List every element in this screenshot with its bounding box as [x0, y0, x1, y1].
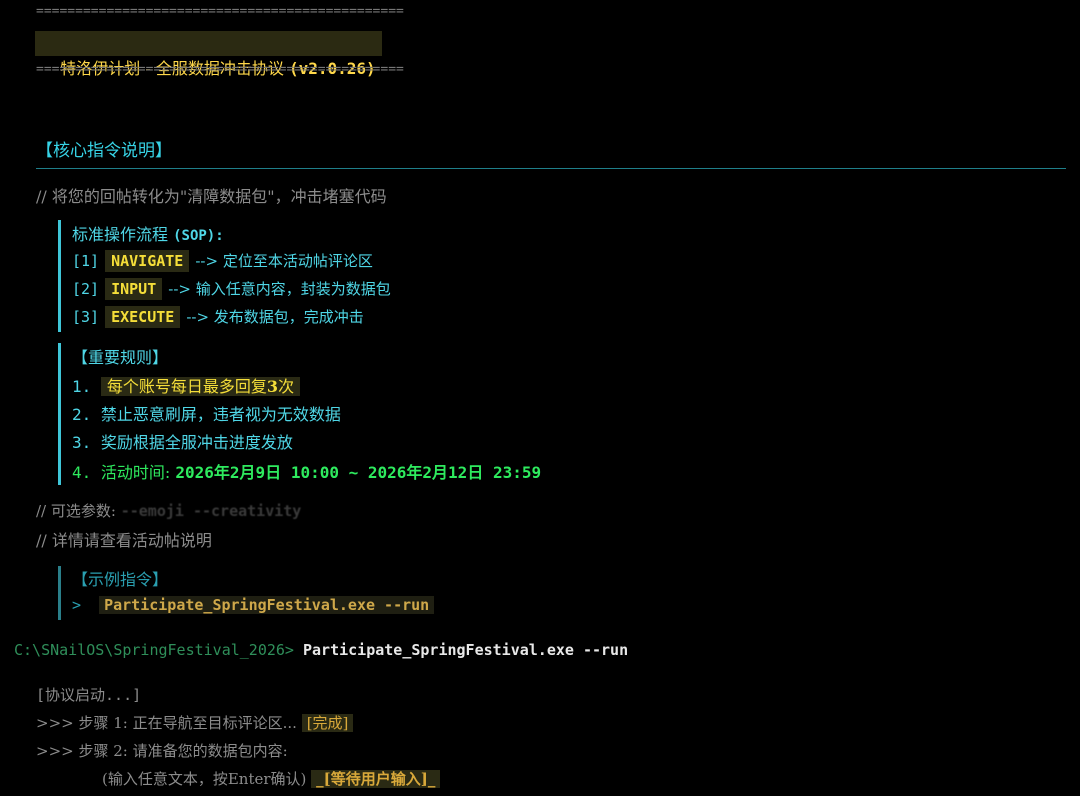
step-desc: --> 输入任意内容，封装为数据包 — [168, 280, 391, 298]
step-desc: --> 发布数据包，完成冲击 — [186, 308, 364, 326]
rule-text: 奖励根据全服冲击进度发放 — [100, 433, 293, 452]
step-number: [2] — [72, 280, 100, 298]
event-time: 2026年2月9日 10:00 ~ 2026年2月12日 23:59 — [175, 463, 542, 482]
terminal-line-1: [协议启动...] — [36, 686, 142, 704]
header-separator-bottom: ========================================… — [36, 62, 404, 77]
terminal-line-3: >>> 步骤 2: 请准备您的数据包内容: — [36, 742, 288, 760]
core-heading: 【核心指令说明】 — [36, 141, 172, 161]
input-waiting-badge[interactable]: _[等待用户输入]_ — [311, 770, 441, 788]
rule-number: 4. — [72, 463, 92, 482]
terminal-line-2: >>> 步骤 1: 正在导航至目标评论区... [完成] — [36, 712, 354, 733]
rule-number: 2. — [72, 405, 92, 424]
line4-text: (输入任意文本，按Enter确认) — [102, 770, 312, 788]
line2-text: >>> 步骤 1: 正在导航至目标评论区... — [36, 714, 302, 732]
sop-tag: (SOP): — [173, 228, 224, 244]
rule-text: 每个账号每日最多回复3次 — [100, 377, 301, 396]
step-keyword: INPUT — [105, 278, 163, 300]
sop-step-1: [1] NAVIGATE --> 定位至本活动帖评论区 — [72, 250, 373, 272]
optional-label: // 可选参数: — [36, 502, 121, 520]
rule-3: 3. 奖励根据全服冲击进度发放 — [72, 429, 293, 453]
terminal-prompt-line: C:\SNailOS\SpringFestival_2026> Particip… — [14, 641, 628, 659]
section-divider — [36, 168, 1066, 169]
sop-bar — [58, 220, 61, 332]
step-keyword: EXECUTE — [105, 306, 181, 328]
rule-number: 3. — [72, 433, 92, 452]
rule-number: 1. — [72, 377, 92, 396]
status-badge: [完成] — [301, 714, 354, 732]
sop-title-text: 标准操作流程 — [72, 225, 174, 244]
example-command: Participate_SpringFestival.exe --run — [99, 596, 435, 614]
step-number: [1] — [72, 252, 100, 270]
page-title: 特洛伊计划 - 全服数据冲击协议 (v2.0.26) — [35, 31, 382, 78]
rule-text-c: 次 — [278, 377, 295, 396]
rules-bar — [58, 343, 61, 485]
example-command-line: > Participate_SpringFestival.exe --run — [72, 596, 435, 614]
rule-text-a: 每个账号每日最多回复 — [106, 377, 267, 396]
rule-4: 4. 活动时间: 2026年2月9日 10:00 ~ 2026年2月12日 23… — [72, 459, 541, 483]
sop-title: 标准操作流程 (SOP): — [72, 221, 224, 245]
example-bar — [58, 566, 61, 620]
optional-values: --emoji --creativity — [120, 502, 302, 520]
terminal-command: Participate_SpringFestival.exe --run — [303, 641, 629, 659]
rule-2: 2. 禁止恶意刷屏，违者视为无效数据 — [72, 401, 341, 425]
example-arrow: > — [72, 596, 82, 614]
step-number: [3] — [72, 308, 100, 326]
step-desc: --> 定位至本活动帖评论区 — [195, 252, 373, 270]
sop-step-2: [2] INPUT --> 输入任意内容，封装为数据包 — [72, 278, 391, 300]
rules-heading: 【重要规则】 — [72, 348, 169, 367]
sop-step-3: [3] EXECUTE --> 发布数据包，完成冲击 — [72, 306, 364, 328]
detail-comment: // 详情请查看活动帖说明 — [36, 531, 212, 550]
header-separator-top: ========================================… — [36, 4, 404, 19]
rule-1: 1. 每个账号每日最多回复3次 — [72, 373, 301, 397]
terminal-line-4: (输入任意文本，按Enter确认) _[等待用户输入]_ — [102, 768, 441, 789]
step-keyword: NAVIGATE — [105, 250, 190, 272]
rule-text-b: 3 — [266, 377, 279, 396]
rule-label: 活动时间: — [100, 463, 176, 482]
optional-params: // 可选参数: --emoji --creativity — [36, 500, 301, 521]
terminal-prompt: C:\SNailOS\SpringFestival_2026> — [14, 641, 294, 659]
core-comment: // 将您的回帖转化为"清障数据包"，冲击堵塞代码 — [36, 187, 387, 206]
rule-text: 禁止恶意刷屏，违者视为无效数据 — [100, 405, 341, 424]
example-heading: 【示例指令】 — [72, 570, 169, 589]
